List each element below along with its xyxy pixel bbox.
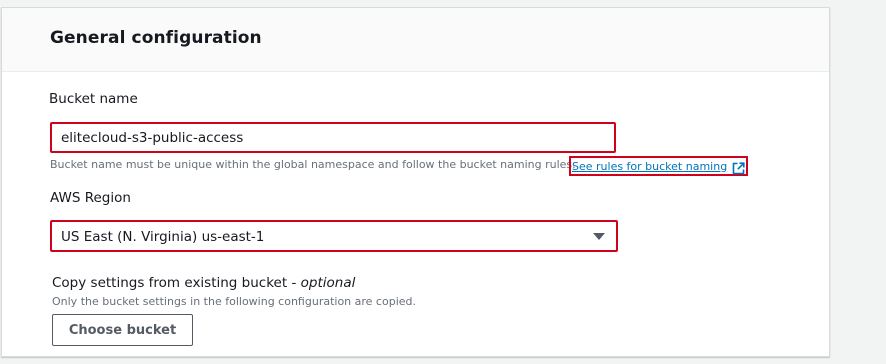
- panel-title: General configuration: [50, 28, 262, 48]
- bucket-name-hint: Bucket name must be unique within the gl…: [50, 158, 576, 171]
- bucket-name-label: Bucket name: [49, 91, 138, 107]
- bucket-naming-rules-link[interactable]: See rules for bucket naming: [569, 156, 748, 176]
- general-configuration-panel: General configuration Bucket name Bucket…: [1, 7, 830, 357]
- bucket-name-input[interactable]: [50, 122, 616, 153]
- choose-bucket-button[interactable]: Choose bucket: [52, 314, 193, 346]
- bucket-naming-rules-link-text[interactable]: See rules for bucket naming: [572, 160, 727, 173]
- panel-header: General configuration: [2, 8, 829, 72]
- external-link-icon: [732, 160, 745, 174]
- aws-region-label: AWS Region: [50, 190, 131, 206]
- aws-region-selected-value: US East (N. Virginia) us-east-1: [61, 229, 265, 245]
- optional-tag: optional: [300, 275, 356, 291]
- copy-settings-label-text: Copy settings from existing bucket -: [52, 275, 301, 291]
- copy-settings-hint: Only the bucket settings in the followin…: [52, 295, 416, 308]
- aws-region-select[interactable]: US East (N. Virginia) us-east-1: [50, 220, 618, 252]
- caret-down-icon: [593, 233, 605, 240]
- copy-settings-label: Copy settings from existing bucket - opt…: [52, 275, 355, 291]
